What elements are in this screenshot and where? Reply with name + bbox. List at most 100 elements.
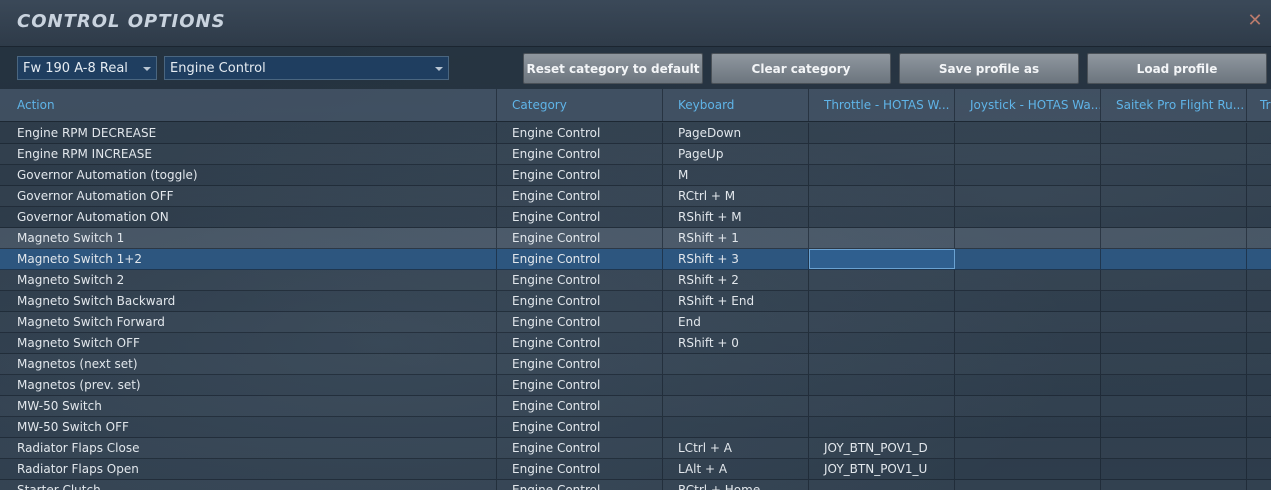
cell-category[interactable]: Engine Control <box>497 417 663 437</box>
cell-category[interactable]: Engine Control <box>497 375 663 395</box>
cell-tr[interactable] <box>1247 417 1271 437</box>
cell-saitek[interactable] <box>1101 459 1247 479</box>
cell-category[interactable]: Engine Control <box>497 270 663 290</box>
cell-throttle[interactable] <box>809 228 955 248</box>
cell-throttle[interactable] <box>809 354 955 374</box>
cell-saitek[interactable] <box>1101 249 1247 269</box>
cell-tr[interactable] <box>1247 270 1271 290</box>
cell-tr[interactable] <box>1247 186 1271 206</box>
cell-keyboard[interactable] <box>663 417 809 437</box>
cell-tr[interactable] <box>1247 312 1271 332</box>
cell-keyboard[interactable]: PageUp <box>663 144 809 164</box>
cell-joystick[interactable] <box>955 396 1101 416</box>
cell-throttle[interactable] <box>809 417 955 437</box>
cell-throttle[interactable] <box>809 123 955 143</box>
column-header-tr[interactable]: Tr <box>1247 89 1271 121</box>
cell-action[interactable]: Governor Automation (toggle) <box>2 165 497 185</box>
cell-category[interactable]: Engine Control <box>497 396 663 416</box>
cell-saitek[interactable] <box>1101 207 1247 227</box>
cell-joystick[interactable] <box>955 249 1101 269</box>
cell-joystick[interactable] <box>955 375 1101 395</box>
cell-action[interactable]: Engine RPM INCREASE <box>2 144 497 164</box>
cell-keyboard[interactable]: M <box>663 165 809 185</box>
cell-keyboard[interactable]: End <box>663 312 809 332</box>
cell-throttle[interactable] <box>809 396 955 416</box>
cell-keyboard[interactable]: RShift + 0 <box>663 333 809 353</box>
cell-throttle[interactable]: JOY_BTN_POV1_U <box>809 459 955 479</box>
cell-action[interactable]: Radiator Flaps Open <box>2 459 497 479</box>
cell-saitek[interactable] <box>1101 438 1247 458</box>
load-profile-button[interactable]: Load profile <box>1087 53 1267 84</box>
cell-category[interactable]: Engine Control <box>497 312 663 332</box>
cell-tr[interactable] <box>1247 165 1271 185</box>
column-header-saitek[interactable]: Saitek Pro Flight Ru... <box>1101 89 1247 121</box>
cell-throttle[interactable] <box>809 480 955 490</box>
table-row[interactable]: Magnetos (next set) Engine Control <box>0 354 1271 375</box>
cell-joystick[interactable] <box>955 312 1101 332</box>
cell-keyboard[interactable]: RShift + 3 <box>663 249 809 269</box>
cell-joystick[interactable] <box>955 459 1101 479</box>
column-header-category[interactable]: Category <box>497 89 663 121</box>
cell-action[interactable]: Governor Automation ON <box>2 207 497 227</box>
cell-category[interactable]: Engine Control <box>497 228 663 248</box>
table-row[interactable]: Magneto Switch 2 Engine Control RShift + 2 <box>0 270 1271 291</box>
cell-keyboard[interactable]: LCtrl + A <box>663 438 809 458</box>
table-row[interactable]: Engine RPM INCREASE Engine Control PageUp <box>0 144 1271 165</box>
cell-keyboard[interactable]: RShift + End <box>663 291 809 311</box>
cell-category[interactable]: Engine Control <box>497 207 663 227</box>
cell-keyboard[interactable]: RShift + 1 <box>663 228 809 248</box>
column-header-joystick[interactable]: Joystick - HOTAS Wa... <box>955 89 1101 121</box>
table-row[interactable]: MW-50 Switch Engine Control <box>0 396 1271 417</box>
cell-saitek[interactable] <box>1101 396 1247 416</box>
cell-tr[interactable] <box>1247 396 1271 416</box>
table-row[interactable]: Radiator Flaps Close Engine Control LCtrl … <box>0 438 1271 459</box>
cell-category[interactable]: Engine Control <box>497 438 663 458</box>
cell-saitek[interactable] <box>1101 270 1247 290</box>
table-row[interactable]: Governor Automation (toggle) Engine Contr… <box>0 165 1271 186</box>
cell-keyboard[interactable]: PageDown <box>663 123 809 143</box>
cell-action[interactable]: Magnetos (prev. set) <box>2 375 497 395</box>
table-row[interactable]: Starter Clutch Engine Control RCtrl + Home <box>0 480 1271 490</box>
cell-keyboard[interactable]: RCtrl + M <box>663 186 809 206</box>
cell-throttle[interactable] <box>809 333 955 353</box>
table-row[interactable]: Magneto Switch 1 Engine Control RShift + 1 <box>0 228 1271 249</box>
category-select[interactable]: Engine Control <box>164 56 449 80</box>
save-profile-button[interactable]: Save profile as <box>899 53 1079 84</box>
cell-joystick[interactable] <box>955 291 1101 311</box>
cell-throttle[interactable] <box>809 270 955 290</box>
cell-saitek[interactable] <box>1101 228 1247 248</box>
cell-category[interactable]: Engine Control <box>497 144 663 164</box>
cell-action[interactable]: Magnetos (next set) <box>2 354 497 374</box>
cell-keyboard[interactable]: LAlt + A <box>663 459 809 479</box>
clear-category-button[interactable]: Clear category <box>711 53 891 84</box>
cell-throttle[interactable] <box>809 165 955 185</box>
column-header-throttle[interactable]: Throttle - HOTAS W... <box>809 89 955 121</box>
cell-category[interactable]: Engine Control <box>497 333 663 353</box>
cell-tr[interactable] <box>1247 144 1271 164</box>
cell-saitek[interactable] <box>1101 354 1247 374</box>
cell-throttle[interactable] <box>809 312 955 332</box>
table-row[interactable]: Magneto Switch OFF Engine Control RShift +… <box>0 333 1271 354</box>
cell-saitek[interactable] <box>1101 291 1247 311</box>
cell-action[interactable]: MW-50 Switch OFF <box>2 417 497 437</box>
cell-joystick[interactable] <box>955 417 1101 437</box>
table-row[interactable]: Engine RPM DECREASE Engine Control PageDow… <box>0 123 1271 144</box>
cell-category[interactable]: Engine Control <box>497 165 663 185</box>
cell-keyboard[interactable] <box>663 375 809 395</box>
cell-action[interactable]: Magneto Switch 2 <box>2 270 497 290</box>
cell-tr[interactable] <box>1247 333 1271 353</box>
cell-throttle[interactable] <box>809 144 955 164</box>
table-row[interactable]: Radiator Flaps Open Engine Control LAlt + … <box>0 459 1271 480</box>
table-row[interactable]: MW-50 Switch OFF Engine Control <box>0 417 1271 438</box>
table-row[interactable]: Governor Automation OFF Engine Control RCt… <box>0 186 1271 207</box>
close-icon[interactable]: ✕ <box>1245 11 1265 31</box>
cell-tr[interactable] <box>1247 480 1271 490</box>
cell-joystick[interactable] <box>955 186 1101 206</box>
cell-category[interactable]: Engine Control <box>497 459 663 479</box>
cell-tr[interactable] <box>1247 228 1271 248</box>
cell-joystick[interactable] <box>955 270 1101 290</box>
cell-action[interactable]: Starter Clutch <box>2 480 497 490</box>
cell-action[interactable]: Magneto Switch 1 <box>2 228 497 248</box>
cell-tr[interactable] <box>1247 354 1271 374</box>
cell-action[interactable]: Governor Automation OFF <box>2 186 497 206</box>
